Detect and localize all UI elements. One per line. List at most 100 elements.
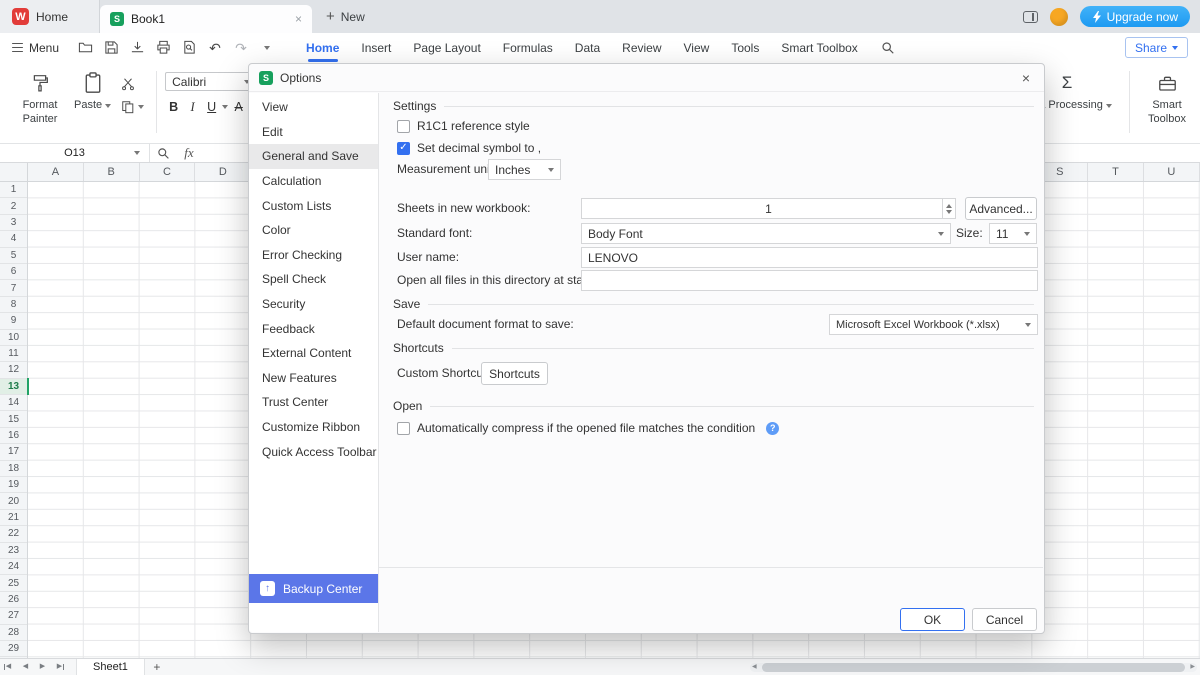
sidebar-toggle-icon[interactable] [1023, 11, 1038, 23]
new-document-button[interactable]: + New [312, 0, 379, 33]
help-icon[interactable]: ? [766, 422, 779, 435]
row-header-21[interactable]: 21 [0, 510, 27, 526]
search-icon[interactable] [879, 39, 897, 57]
italic-button[interactable]: I [184, 98, 201, 116]
upgrade-button[interactable]: Upgrade now [1080, 6, 1190, 27]
underline-button[interactable]: U [203, 98, 220, 116]
auto-compress-checkbox-row[interactable]: ✓ Automatically compress if the opened f… [397, 420, 779, 436]
row-header-6[interactable]: 6 [0, 264, 27, 280]
spinner-control[interactable] [942, 199, 955, 218]
row-header-17[interactable]: 17 [0, 444, 27, 460]
row-header-18[interactable]: 18 [0, 461, 27, 477]
options-category-spell-check[interactable]: Spell Check [249, 267, 378, 292]
row-header-14[interactable]: 14 [0, 395, 27, 411]
options-category-view[interactable]: View [249, 95, 378, 120]
select-all-corner[interactable] [0, 163, 28, 181]
row-header-26[interactable]: 26 [0, 592, 27, 608]
spinner-up-icon[interactable] [946, 204, 952, 208]
options-category-quick-access-toolbar[interactable]: Quick Access Toolbar [249, 439, 378, 464]
user-name-input[interactable]: LENOVO [581, 247, 1038, 268]
print-preview-icon[interactable] [181, 40, 197, 56]
home-tab[interactable]: W Home [0, 0, 100, 33]
strikethrough-button[interactable]: A [230, 98, 247, 116]
open-icon[interactable] [77, 40, 93, 56]
row-header-11[interactable]: 11 [0, 346, 27, 362]
more-commands-icon[interactable] [259, 40, 275, 56]
cancel-button[interactable]: Cancel [972, 608, 1037, 631]
startup-directory-input[interactable] [581, 270, 1038, 291]
column-header-t[interactable]: T [1088, 163, 1144, 181]
ribbon-tab-insert[interactable]: Insert [350, 33, 402, 62]
scroll-right-icon[interactable]: ▶ [1190, 663, 1195, 672]
spinner-down-icon[interactable] [946, 210, 952, 214]
row-header-13[interactable]: 13 [0, 379, 27, 395]
row-header-7[interactable]: 7 [0, 280, 27, 296]
options-category-external-content[interactable]: External Content [249, 341, 378, 366]
row-header-4[interactable]: 4 [0, 231, 27, 247]
font-name-select[interactable]: Calibri [165, 72, 257, 91]
dialog-titlebar[interactable]: S Options [249, 64, 1044, 92]
r1c1-checkbox[interactable]: ✓ [397, 120, 410, 133]
row-header-3[interactable]: 3 [0, 215, 27, 231]
row-header-25[interactable]: 25 [0, 575, 27, 591]
prev-sheet-button[interactable]: ◀ [17, 659, 34, 675]
format-painter-button[interactable]: Format Painter [10, 69, 70, 129]
row-header-24[interactable]: 24 [0, 559, 27, 575]
options-category-new-features[interactable]: New Features [249, 366, 378, 391]
options-category-customize-ribbon[interactable]: Customize Ribbon [249, 415, 378, 440]
font-size-select[interactable]: 11 [989, 223, 1037, 244]
row-header-9[interactable]: 9 [0, 313, 27, 329]
main-menu-button[interactable]: Menu [0, 41, 71, 55]
options-category-feedback[interactable]: Feedback [249, 316, 378, 341]
ribbon-tab-smart-toolbox[interactable]: Smart Toolbox [770, 33, 868, 62]
horizontal-scrollbar[interactable]: ◀ ▶ [750, 663, 1197, 672]
row-header-29[interactable]: 29 [0, 641, 27, 657]
measurement-units-select[interactable]: Inches [488, 159, 561, 180]
row-header-8[interactable]: 8 [0, 297, 27, 313]
backup-center-button[interactable]: ↑ Backup Center [249, 574, 378, 603]
options-category-color[interactable]: Color [249, 218, 378, 243]
options-category-general-and-save[interactable]: General and Save [249, 144, 378, 169]
column-header-c[interactable]: C [140, 163, 196, 181]
shortcuts-button[interactable]: Shortcuts [481, 362, 548, 385]
row-header-20[interactable]: 20 [0, 493, 27, 509]
export-icon[interactable] [129, 40, 145, 56]
tab-close-icon[interactable]: × [295, 13, 302, 25]
options-category-trust-center[interactable]: Trust Center [249, 390, 378, 415]
save-icon[interactable] [103, 40, 119, 56]
standard-font-select[interactable]: Body Font [581, 223, 951, 244]
column-header-u[interactable]: U [1144, 163, 1200, 181]
row-header-22[interactable]: 22 [0, 526, 27, 542]
row-header-2[interactable]: 2 [0, 198, 27, 214]
sheet-tab-sheet1[interactable]: Sheet1 [76, 659, 145, 675]
options-category-edit[interactable]: Edit [249, 120, 378, 145]
row-header-1[interactable]: 1 [0, 182, 27, 198]
options-category-custom-lists[interactable]: Custom Lists [249, 193, 378, 218]
last-sheet-button[interactable]: ▶ [51, 659, 68, 675]
row-header-15[interactable]: 15 [0, 411, 27, 427]
column-header-d[interactable]: D [195, 163, 251, 181]
undo-icon[interactable]: ↶ [207, 40, 223, 56]
row-header-19[interactable]: 19 [0, 477, 27, 493]
ribbon-tab-view[interactable]: View [673, 33, 721, 62]
cell-name-box[interactable]: O13 [0, 144, 150, 162]
decimal-symbol-checkbox-row[interactable]: ✓ Set decimal symbol to , [397, 140, 541, 156]
default-format-select[interactable]: Microsoft Excel Workbook (*.xlsx) [829, 314, 1038, 335]
next-sheet-button[interactable]: ▶ [34, 659, 51, 675]
document-tab[interactable]: S Book1 × [100, 5, 312, 33]
advanced-button[interactable]: Advanced... [965, 197, 1037, 220]
scrollbar-thumb[interactable] [762, 663, 1185, 672]
redo-icon[interactable]: ↷ [233, 40, 249, 56]
ribbon-tab-page-layout[interactable]: Page Layout [402, 33, 491, 62]
row-header-10[interactable]: 10 [0, 330, 27, 346]
row-header-23[interactable]: 23 [0, 543, 27, 559]
row-header-12[interactable]: 12 [0, 362, 27, 378]
paste-button[interactable]: Paste [70, 69, 115, 115]
options-category-error-checking[interactable]: Error Checking [249, 243, 378, 268]
ok-button[interactable]: OK [900, 608, 965, 631]
dialog-close-icon[interactable]: × [1017, 69, 1035, 87]
column-header-b[interactable]: B [84, 163, 140, 181]
ribbon-tab-review[interactable]: Review [611, 33, 672, 62]
row-header-16[interactable]: 16 [0, 428, 27, 444]
ribbon-tab-formulas[interactable]: Formulas [492, 33, 564, 62]
